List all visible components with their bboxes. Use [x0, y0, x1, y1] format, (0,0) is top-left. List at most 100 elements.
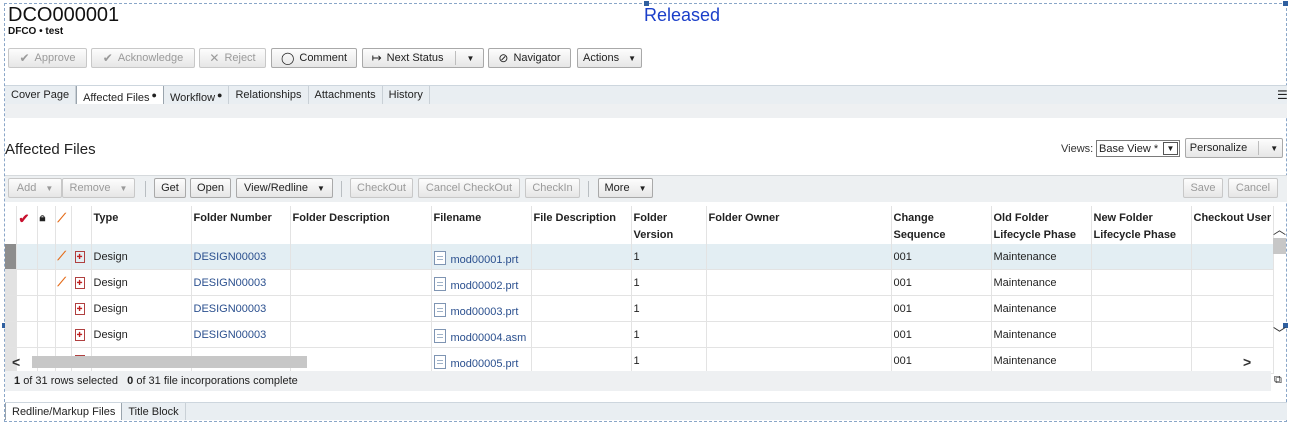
tab-relationships[interactable]: Relationships — [229, 86, 309, 104]
column-header-new-lifecycle-phase[interactable]: New Folder Lifecycle Phase — [1091, 206, 1192, 244]
tab-title-block[interactable]: Title Block — [122, 403, 186, 420]
scroll-up-icon[interactable]: ︿ — [1273, 219, 1286, 238]
view-redline-button[interactable]: View/Redline ▼ — [236, 178, 333, 198]
workflow-state: Released — [644, 5, 721, 25]
icon-column-header — [71, 206, 92, 244]
next-status-button[interactable]: ↦ Next Status ▼ — [362, 48, 484, 68]
scroll-down-icon[interactable]: ﹀ — [1273, 323, 1286, 342]
chevron-down-icon: ▼ — [45, 183, 54, 193]
scroll-left-icon[interactable]: < — [12, 354, 20, 370]
checkout-status-icon: ⟋ — [57, 211, 66, 225]
vertical-scroll-thumb[interactable] — [1273, 238, 1286, 254]
change-order-subtitle: DFCO • test — [8, 26, 64, 37]
toolbar-separator — [341, 181, 342, 197]
tab-redline-markup-files[interactable]: Redline/Markup Files — [5, 403, 123, 420]
folder-number-link[interactable]: DESIGN00003 — [191, 295, 291, 322]
tab-history[interactable]: History — [383, 86, 430, 104]
folder-number-link[interactable]: DESIGN00003 — [191, 244, 291, 270]
folder-version-cell: 1 — [631, 244, 707, 270]
cancel-checkout-button[interactable]: Cancel CheckOut — [418, 178, 520, 198]
tab-attachments[interactable]: Attachments — [309, 86, 383, 104]
folder-number-link[interactable]: DESIGN00003 — [191, 269, 291, 296]
row-selector[interactable] — [5, 244, 17, 270]
file-icon — [433, 329, 446, 343]
row-selector[interactable] — [5, 321, 17, 348]
filename-cell[interactable]: mod00002.prt — [431, 269, 532, 296]
modified-dot-icon: ● — [151, 90, 157, 100]
affected-files-table: ✔ 🔒︎ ⟋ Type Folder Number Folder Descrip… — [5, 206, 1275, 374]
old-phase-cell: Maintenance — [991, 269, 1092, 296]
add-button[interactable]: Add ▼ — [8, 178, 62, 198]
save-button[interactable]: Save — [1183, 178, 1223, 198]
check-icon: ✔ — [102, 51, 113, 65]
popout-icon[interactable]: ⧉ — [1274, 374, 1282, 387]
change-order-id: DCO000001 — [8, 4, 120, 26]
column-header-type[interactable]: Type — [91, 206, 192, 244]
column-header-folder-description[interactable]: Folder Description — [290, 206, 432, 244]
table-row[interactable]: ✚ Design DESIGN00003 mod00004.asm 1 001 … — [5, 321, 1275, 348]
cad-document-icon: ✚ — [74, 303, 85, 315]
checkin-button[interactable]: CheckIn — [525, 178, 580, 198]
filename-cell[interactable]: mod00003.prt — [431, 295, 532, 322]
navigator-button[interactable]: ⊘ Navigator — [488, 48, 571, 68]
row-selector[interactable] — [5, 269, 17, 296]
open-button[interactable]: Open — [190, 178, 231, 198]
folder-number-link[interactable]: DESIGN00003 — [191, 321, 291, 348]
status-bar: 1 of 31 rows selected 0 of 31 file incor… — [5, 371, 1271, 391]
folder-version-cell: 1 — [631, 321, 707, 348]
toolbar-separator — [145, 181, 146, 197]
scroll-right-icon[interactable]: > — [1243, 354, 1251, 370]
chevron-down-icon[interactable]: ▼ — [467, 54, 475, 63]
table-row[interactable]: ⟋ ✚ Design DESIGN00003 mod00002.prt 1 00… — [5, 269, 1275, 296]
acknowledge-button[interactable]: ✔ Acknowledge — [91, 48, 195, 68]
personalize-button[interactable]: Personalize ▼ — [1185, 138, 1283, 158]
column-header-folder-version[interactable]: Folder Version — [631, 206, 707, 244]
chevron-down-icon[interactable]: ▼ — [1270, 144, 1278, 153]
type-cell: Design — [91, 244, 192, 270]
speech-bubble-icon: ◯ — [280, 51, 295, 65]
chevron-down-icon: ▼ — [317, 183, 325, 193]
tab-cover-page[interactable]: Cover Page — [5, 86, 77, 104]
checkmark-icon: ✔ — [18, 211, 30, 226]
column-header-old-lifecycle-phase[interactable]: Old Folder Lifecycle Phase — [991, 206, 1092, 244]
reject-button[interactable]: ✕ Reject — [199, 48, 266, 68]
table-row[interactable]: ✚ Design DESIGN00003 mod00003.prt 1 001 … — [5, 295, 1275, 322]
cancel-button[interactable]: Cancel — [1228, 178, 1278, 198]
row-selector[interactable] — [5, 295, 17, 322]
lock-icon: 🔒︎ — [39, 212, 46, 224]
column-header-change-sequence[interactable]: Change Sequence — [891, 206, 992, 244]
tab-affected-files[interactable]: Affected Files ● — [76, 86, 164, 104]
bottom-tabs: Redline/Markup Files Title Block — [5, 402, 1287, 420]
status-column-header[interactable]: ⟋ — [55, 206, 72, 244]
checkout-button[interactable]: CheckOut — [350, 178, 413, 198]
column-header-folder-number[interactable]: Folder Number — [191, 206, 291, 244]
remove-button[interactable]: Remove ▼ — [62, 178, 135, 198]
views-label: Views: — [1061, 143, 1094, 155]
column-header-checkout-user[interactable]: Checkout User — [1191, 206, 1275, 244]
filename-cell[interactable]: mod00001.prt — [431, 244, 532, 270]
filename-cell[interactable]: mod00004.asm — [431, 321, 532, 348]
column-header-filename[interactable]: Filename — [431, 206, 532, 244]
column-header-folder-owner[interactable]: Folder Owner — [706, 206, 892, 244]
table-row[interactable]: ⟋ ✚ Design DESIGN00003 mod00001.prt 1 00… — [5, 244, 1275, 270]
actions-menu-button[interactable]: Actions ▼ — [577, 48, 642, 68]
navigator-icon: ⊘ — [498, 51, 509, 65]
tab-workflow[interactable]: Workflow ● — [164, 86, 230, 104]
forward-arrow-icon: ↦ — [371, 51, 382, 65]
horizontal-scroll-thumb[interactable] — [32, 356, 307, 368]
checkout-status-icon: ⟋ — [57, 249, 66, 263]
approve-button[interactable]: ✔ Approve — [8, 48, 87, 68]
tab-menu-icon[interactable]: ☰ — [1277, 88, 1288, 102]
more-button[interactable]: More ▼ — [598, 178, 653, 198]
views-select[interactable]: Base View * ▼ — [1096, 140, 1180, 157]
lock-column-header[interactable]: 🔒︎ — [37, 206, 56, 244]
comment-button[interactable]: ◯ Comment — [271, 48, 357, 68]
column-header-file-description[interactable]: File Description — [531, 206, 632, 244]
row-header-column — [5, 206, 17, 244]
object-tabs: Cover Page Affected Files ● Workflow ● Rel… — [5, 85, 1287, 105]
folder-version-cell: 1 — [631, 295, 707, 322]
check-column-header[interactable]: ✔ — [16, 206, 38, 244]
change-sequence-cell: 001 — [891, 269, 992, 296]
old-phase-cell: Maintenance — [991, 321, 1092, 348]
get-button[interactable]: Get — [154, 178, 186, 198]
